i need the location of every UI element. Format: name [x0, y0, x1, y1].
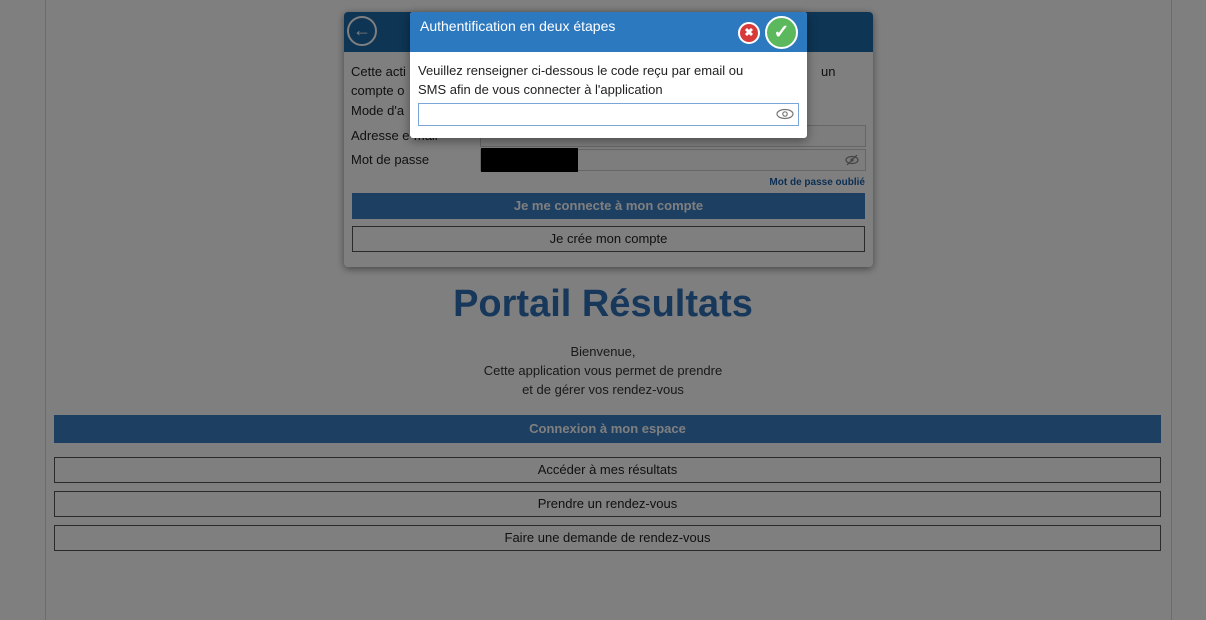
- dialog-message-line-1: Veuillez renseigner ci-dessous le code r…: [418, 63, 744, 78]
- close-dialog-button[interactable]: ✖: [738, 22, 760, 44]
- dialog-title: Authentification en deux étapes: [420, 18, 616, 34]
- dialog-header: Authentification en deux étapes ✖ ✓: [410, 12, 807, 52]
- two-factor-dialog: Authentification en deux étapes ✖ ✓ Veui…: [410, 12, 807, 138]
- eye-icon[interactable]: [776, 108, 794, 120]
- confirm-code-button[interactable]: ✓: [765, 16, 798, 49]
- verification-code-input[interactable]: [418, 103, 799, 126]
- dialog-message: Veuillez renseigner ci-dessous le code r…: [418, 61, 798, 99]
- dialog-message-line-2: SMS afin de vous connecter à l'applicati…: [418, 82, 663, 97]
